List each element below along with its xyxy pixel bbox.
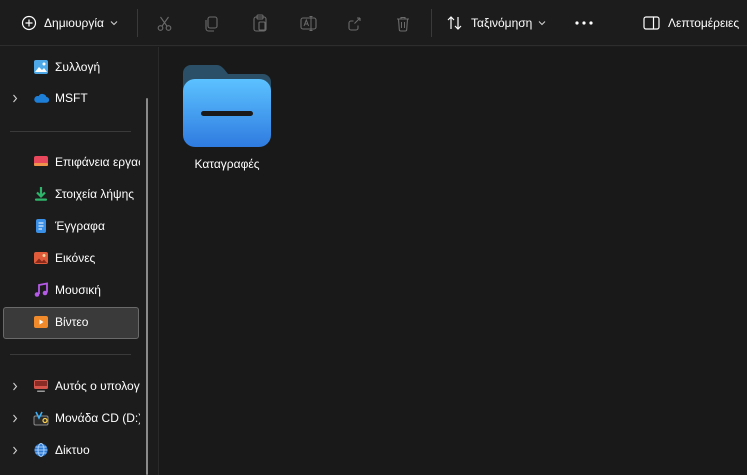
details-pane-icon — [643, 16, 660, 30]
chevron-down-icon — [110, 20, 118, 26]
videos-icon — [33, 314, 49, 330]
sidebar-item-label: Μουσική — [55, 283, 101, 297]
plus-circle-icon — [21, 15, 37, 31]
rename-icon — [300, 15, 317, 32]
more-options-button[interactable] — [575, 0, 593, 46]
this-pc-icon — [33, 378, 49, 394]
sidebar-item-gallery[interactable]: Συλλογή — [0, 52, 148, 82]
command-bar: Δημιουργία Ταξινόμηση Λεπτομέρειες — [0, 0, 747, 46]
details-pane-label: Λεπτομέρειες — [668, 16, 740, 30]
sidebar-item-label: Εικόνες — [55, 251, 96, 265]
toolbar-divider — [137, 9, 138, 37]
desktop-icon — [33, 154, 49, 170]
onedrive-icon — [33, 90, 49, 106]
cd-drive-icon — [33, 410, 49, 426]
chevron-right-icon[interactable] — [11, 93, 19, 103]
sidebar-item-label: Έγγραφα — [55, 219, 105, 233]
sidebar-divider — [10, 354, 131, 355]
share-icon — [347, 15, 364, 32]
folder-item[interactable]: Καταγραφές — [181, 59, 273, 179]
sort-icon — [446, 15, 463, 31]
sort-button-label: Ταξινόμηση — [471, 16, 533, 30]
details-pane-button[interactable]: Λεπτομέρειες — [643, 0, 739, 46]
chevron-right-icon[interactable] — [11, 381, 19, 391]
chevron-right-icon[interactable] — [11, 445, 19, 455]
sidebar-item-label: Αυτός ο υπολογιστής — [55, 379, 140, 393]
sidebar-item-label: MSFT — [55, 91, 88, 105]
sidebar-item-label: Βίντεο — [55, 315, 89, 329]
delete-icon — [395, 15, 411, 32]
copy-button[interactable] — [203, 0, 219, 46]
paste-button[interactable] — [252, 0, 268, 46]
sidebar-item-label: Δίκτυο — [55, 443, 90, 457]
sidebar-divider — [10, 131, 131, 132]
copy-icon — [203, 15, 219, 32]
pictures-icon — [33, 250, 49, 266]
sidebar-item-label: Συλλογή — [55, 60, 101, 74]
network-icon — [33, 442, 49, 458]
gallery-icon — [33, 59, 49, 75]
sidebar-item-cd-drive[interactable]: Μονάδα CD (D:) — [0, 403, 148, 433]
new-button-label: Δημιουργία — [44, 16, 104, 30]
sidebar-item-documents[interactable]: Έγγραφα — [0, 211, 148, 241]
toolbar-divider — [431, 9, 432, 37]
music-icon — [33, 282, 49, 298]
navigation-pane: Συλλογή MSFT Επιφάνεια εργασίας Στοιχεία… — [0, 47, 148, 475]
cut-button[interactable] — [156, 0, 173, 46]
chevron-down-icon — [538, 20, 546, 26]
sidebar-item-this-pc[interactable]: Αυτός ο υπολογιστής — [0, 371, 148, 401]
sidebar-item-network[interactable]: Δίκτυο — [0, 435, 148, 465]
sidebar-item-label: Στοιχεία λήψης — [55, 187, 135, 201]
more-icon — [575, 21, 593, 25]
sidebar-item-pictures[interactable]: Εικόνες — [0, 243, 148, 273]
sort-button[interactable]: Ταξινόμηση — [446, 0, 546, 46]
sidebar-item-desktop[interactable]: Επιφάνεια εργασίας — [0, 147, 148, 177]
documents-icon — [33, 218, 49, 234]
sidebar-item-downloads[interactable]: Στοιχεία λήψης — [0, 179, 148, 209]
folder-icon — [183, 61, 271, 147]
paste-icon — [252, 14, 268, 32]
sidebar-item-music[interactable]: Μουσική — [0, 275, 148, 305]
rename-button[interactable] — [300, 0, 317, 46]
delete-button[interactable] — [395, 0, 411, 46]
sidebar-item-label: Επιφάνεια εργασίας — [55, 155, 140, 169]
file-list-area: Καταγραφές — [158, 47, 747, 475]
downloads-icon — [33, 186, 49, 202]
folder-label: Καταγραφές — [194, 157, 260, 171]
sidebar-item-videos[interactable]: Βίντεο — [0, 307, 148, 339]
new-button[interactable]: Δημιουργία — [21, 0, 118, 46]
share-button[interactable] — [347, 0, 364, 46]
chevron-right-icon[interactable] — [11, 413, 19, 423]
sidebar-item-msft[interactable]: MSFT — [0, 83, 148, 113]
sidebar-item-label: Μονάδα CD (D:) — [55, 411, 140, 425]
sidebar-scrollbar[interactable] — [146, 98, 148, 475]
cut-icon — [156, 15, 173, 32]
